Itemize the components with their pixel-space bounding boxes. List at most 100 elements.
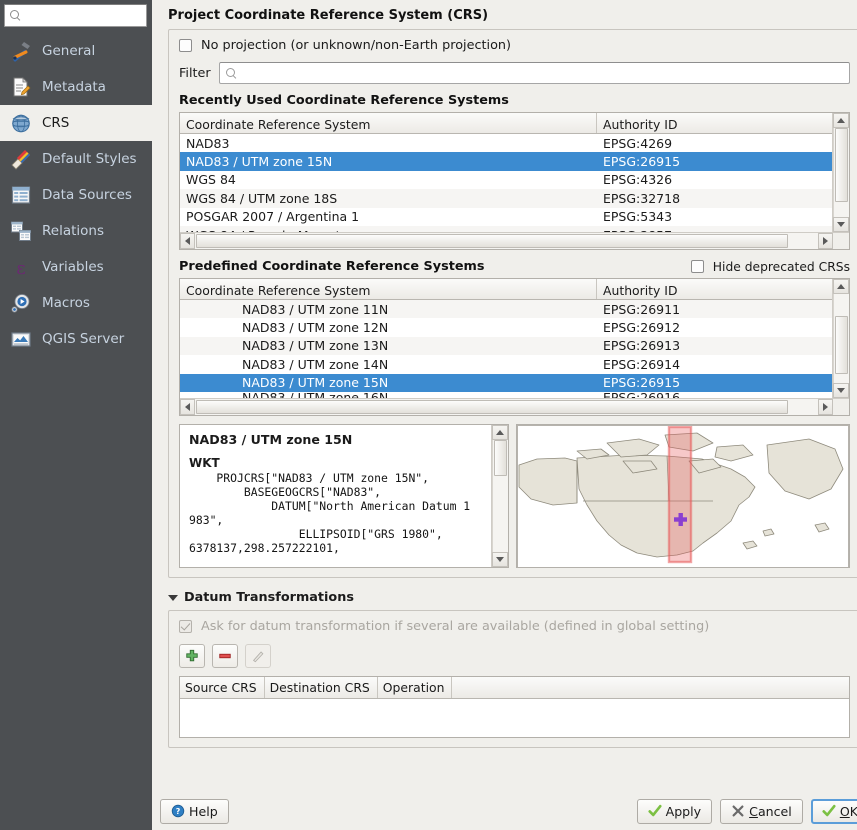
table-row[interactable]: NAD83 / UTM zone 12N EPSG:26912 bbox=[180, 318, 832, 336]
scroll-left-button[interactable] bbox=[180, 233, 195, 249]
filter-input[interactable] bbox=[241, 65, 844, 82]
apply-label: Apply bbox=[666, 804, 702, 819]
add-datum-transform-button[interactable] bbox=[179, 644, 205, 668]
sidebar-item-label: Relations bbox=[42, 223, 104, 239]
scroll-up-button[interactable] bbox=[833, 113, 849, 128]
cell-crs: NAD83 / UTM zone 15N bbox=[180, 154, 597, 169]
table-row[interactable]: NAD83 EPSG:4269 bbox=[180, 134, 832, 152]
table-row[interactable]: WGS 84 / UTM zone 18S EPSG:32718 bbox=[180, 189, 832, 207]
wkt-vertical-scrollbar[interactable] bbox=[491, 425, 508, 567]
cancel-label-rest: ancel bbox=[758, 804, 792, 819]
datum-transformations-header[interactable]: Datum Transformations bbox=[168, 590, 857, 605]
scroll-thumb[interactable] bbox=[196, 234, 788, 248]
recent-crs-header: Coordinate Reference System Authority ID bbox=[180, 113, 832, 134]
sidebar-item-general[interactable]: General bbox=[0, 33, 152, 69]
filter-label: Filter bbox=[179, 66, 211, 81]
no-projection-checkbox[interactable] bbox=[179, 39, 192, 52]
table-row[interactable]: POSGAR 2007 / Argentina 1 EPSG:5343 bbox=[180, 208, 832, 226]
cell-crs: NAD83 bbox=[180, 136, 597, 151]
search-icon bbox=[9, 9, 22, 22]
scroll-down-button[interactable] bbox=[833, 383, 849, 398]
chevron-up-icon bbox=[837, 284, 845, 289]
table-row[interactable]: NAD83 / UTM zone 14N EPSG:26914 bbox=[180, 355, 832, 373]
scroll-thumb[interactable] bbox=[494, 440, 507, 476]
scroll-up-button[interactable] bbox=[492, 425, 508, 440]
scroll-track[interactable] bbox=[833, 128, 849, 217]
help-label: Help bbox=[189, 804, 218, 819]
crs-wkt-panel[interactable]: NAD83 / UTM zone 15N WKT PROJCRS["NAD83 … bbox=[179, 424, 509, 568]
apply-button[interactable]: Apply bbox=[637, 799, 713, 824]
scroll-right-button[interactable] bbox=[818, 399, 833, 415]
sidebar-item-default-styles[interactable]: Default Styles bbox=[0, 141, 152, 177]
chevron-down-icon[interactable] bbox=[168, 595, 178, 601]
cell-crs: WGS 84 / UTM zone 18S bbox=[180, 191, 597, 206]
crs-detail-name: NAD83 / UTM zone 15N bbox=[189, 432, 485, 447]
sidebar-item-macros[interactable]: Macros bbox=[0, 285, 152, 321]
filter-input-box[interactable] bbox=[219, 62, 850, 84]
scroll-track[interactable] bbox=[195, 233, 818, 249]
chevron-right-icon bbox=[823, 403, 828, 411]
column-header-destination-crs[interactable]: Destination CRS bbox=[265, 677, 378, 698]
scroll-thumb[interactable] bbox=[835, 128, 848, 202]
sidebar-item-data-sources[interactable]: Data Sources bbox=[0, 177, 152, 213]
table-row-selected[interactable]: NAD83 / UTM zone 15N EPSG:26915 bbox=[180, 374, 832, 392]
scroll-left-button[interactable] bbox=[180, 399, 195, 415]
table-row[interactable]: NAD83 / UTM zone 13N EPSG:26913 bbox=[180, 337, 832, 355]
predefined-crs-vertical-scrollbar[interactable] bbox=[832, 279, 849, 398]
predefined-crs-horizontal-scrollbar[interactable] bbox=[180, 398, 849, 415]
dialog-button-bar: ? Help Apply Cancel bbox=[152, 792, 857, 830]
page-title: Project Coordinate Reference System (CRS… bbox=[168, 8, 857, 23]
scroll-thumb[interactable] bbox=[835, 316, 848, 374]
hide-deprecated-row[interactable]: Hide deprecated CRSs bbox=[691, 260, 850, 274]
scroll-thumb[interactable] bbox=[196, 400, 788, 414]
recent-crs-rows: NAD83 EPSG:4269 NAD83 / UTM zone 15N EPS… bbox=[180, 134, 832, 232]
column-header-operation[interactable]: Operation bbox=[378, 677, 453, 698]
column-header-authid[interactable]: Authority ID bbox=[597, 279, 832, 299]
recent-crs-vertical-scrollbar[interactable] bbox=[832, 113, 849, 232]
sidebar-item-crs[interactable]: CRS bbox=[0, 105, 152, 141]
cancel-button[interactable]: Cancel bbox=[720, 799, 803, 824]
remove-datum-transform-button[interactable] bbox=[212, 644, 238, 668]
scroll-right-button[interactable] bbox=[818, 233, 833, 249]
macros-gear-icon bbox=[9, 291, 33, 315]
sidebar-item-qgis-server[interactable]: QGIS Server bbox=[0, 321, 152, 357]
ask-datum-transformation-label: Ask for datum transformation if several … bbox=[201, 619, 709, 634]
sidebar-item-relations[interactable]: Relations bbox=[0, 213, 152, 249]
sidebar-item-variables[interactable]: ε Variables bbox=[0, 249, 152, 285]
recent-crs-horizontal-scrollbar[interactable] bbox=[180, 232, 849, 249]
crs-details-row: NAD83 / UTM zone 15N WKT PROJCRS["NAD83 … bbox=[179, 424, 850, 568]
table-row[interactable]: WGS 84 EPSG:4326 bbox=[180, 171, 832, 189]
column-header-crs[interactable]: Coordinate Reference System bbox=[180, 113, 597, 133]
cell-crs: WGS 84 bbox=[180, 172, 597, 187]
sidebar-item-metadata[interactable]: Metadata bbox=[0, 69, 152, 105]
help-icon: ? bbox=[171, 804, 185, 818]
scroll-track[interactable] bbox=[195, 399, 818, 415]
scroll-up-button[interactable] bbox=[833, 279, 849, 294]
scroll-track[interactable] bbox=[833, 294, 849, 383]
table-row[interactable]: NAD83 / UTM zone 11N EPSG:26911 bbox=[180, 300, 832, 318]
header-filler bbox=[452, 677, 849, 698]
sidebar-search-box[interactable] bbox=[4, 4, 147, 27]
datum-transformations-group: Ask for datum transformation if several … bbox=[168, 610, 857, 748]
scroll-track[interactable] bbox=[492, 440, 508, 552]
hide-deprecated-checkbox[interactable] bbox=[691, 260, 704, 273]
column-header-authid[interactable]: Authority ID bbox=[597, 113, 832, 133]
cell-crs: NAD83 / UTM zone 14N bbox=[180, 357, 597, 372]
wkt-text: PROJCRS["NAD83 / UTM zone 15N", BASEGEOG… bbox=[189, 471, 485, 556]
recent-crs-table[interactable]: Coordinate Reference System Authority ID… bbox=[179, 112, 850, 250]
column-header-source-crs[interactable]: Source CRS bbox=[180, 677, 265, 698]
settings-sidebar: General Metadata bbox=[0, 0, 152, 830]
ok-button[interactable]: OK bbox=[811, 799, 857, 824]
svg-text:ε: ε bbox=[16, 258, 25, 279]
no-projection-row[interactable]: No projection (or unknown/non-Earth proj… bbox=[179, 38, 850, 53]
column-header-crs[interactable]: Coordinate Reference System bbox=[180, 279, 597, 299]
predefined-crs-table[interactable]: Coordinate Reference System Authority ID… bbox=[179, 278, 850, 416]
table-row-selected[interactable]: NAD83 / UTM zone 15N EPSG:26915 bbox=[180, 152, 832, 170]
filter-row: Filter bbox=[179, 62, 850, 84]
relations-icon bbox=[9, 219, 33, 243]
scroll-down-button[interactable] bbox=[833, 217, 849, 232]
scroll-down-button[interactable] bbox=[492, 552, 508, 567]
help-button[interactable]: ? Help bbox=[160, 799, 229, 824]
predefined-crs-header-row: Predefined Coordinate Reference Systems … bbox=[179, 259, 850, 274]
datum-transformations-table[interactable]: Source CRS Destination CRS Operation bbox=[179, 676, 850, 738]
